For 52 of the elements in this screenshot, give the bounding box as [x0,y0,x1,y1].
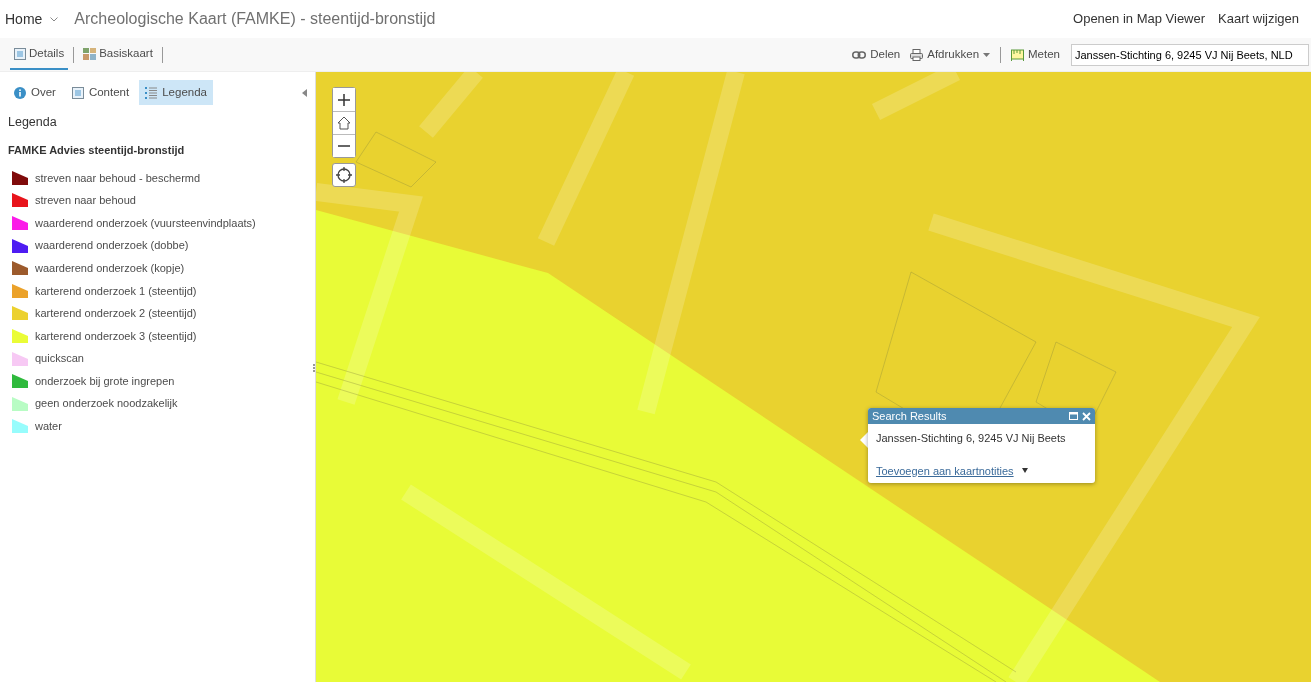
panel-tab[interactable]: Over [8,80,62,106]
map-title: Archeologische Kaart (FAMKE) - steentijd-bronstijd [74,9,436,29]
header-link[interactable]: Kaart wijzigen [1218,9,1299,29]
maximize-button[interactable] [1069,412,1078,420]
maximize-icon [1069,412,1078,420]
search-field[interactable]: Janssen-Stichting 6, 9245 VJ Nij Beets, NLD [1071,43,1309,66]
collapse-button[interactable] [302,88,307,97]
locate-icon [336,167,352,183]
legend-label: quickscan [35,351,84,367]
link-icon [852,50,867,59]
toolbar-tab[interactable]: Basiskaart [79,39,157,70]
panel-tab[interactable]: Legenda [139,80,213,106]
legend-label: water [35,419,62,435]
legend-label: karterend onderzoek 3 (steentijd) [35,328,197,344]
document-icon [14,48,26,60]
legend-label: karterend onderzoek 2 (steentijd) [35,306,197,322]
home-menu[interactable]: Home [5,8,59,30]
legend-label: waarderend onderzoek (vuursteenvindplaats) [35,215,256,231]
info-icon [14,86,26,99]
printer-icon [910,48,924,61]
locate-button[interactable] [332,163,356,187]
legend-label: waarderend onderzoek (kopje) [35,260,185,276]
resize-handle[interactable] [313,364,315,372]
zoom-out-button[interactable] [333,134,355,157]
toolbar-button[interactable]: Meten [1006,45,1065,64]
toolbar-tab[interactable]: Details [10,39,69,70]
address-text: Janssen-Stichting 6, 9245 VJ Nij Beets [876,431,1067,446]
legend-label: karterend onderzoek 1 (steentijd) [35,283,197,299]
legend-label: streven naar behoud [35,193,136,209]
chevron-icon [50,16,59,22]
legend-label: onderzoek bij grote ingrepen [35,373,175,389]
layer-title: FAMKE Advies steentijd-bronstijd [7,143,186,158]
zoom-in-icon [337,92,351,107]
ruler-icon [1011,48,1025,61]
document-icon [71,86,84,99]
popup-title: Search Results [872,408,948,424]
grid-icon [83,48,97,60]
caret-icon [983,52,991,57]
add-note-link[interactable]: Toevoegen aan kaartnotities [876,462,1014,479]
close-button[interactable] [1082,411,1091,421]
caret-icon [1021,468,1028,474]
close-icon [1082,411,1091,421]
legend-label: geen onderzoek noodzakelijk [35,396,178,412]
toolbar-button[interactable]: Delen [847,45,906,64]
legend-label: waarderend onderzoek (dobbe) [35,238,189,254]
legend-label: streven naar behoud - beschermd [35,170,201,186]
panel-tab[interactable]: Content [65,80,136,106]
list-icon [145,86,158,99]
panel-heading: Legenda [7,114,58,132]
toolbar-button[interactable]: Afdrukken [905,45,996,64]
home-icon [337,116,351,130]
header-link[interactable]: Openen in Map Viewer [1073,9,1206,29]
